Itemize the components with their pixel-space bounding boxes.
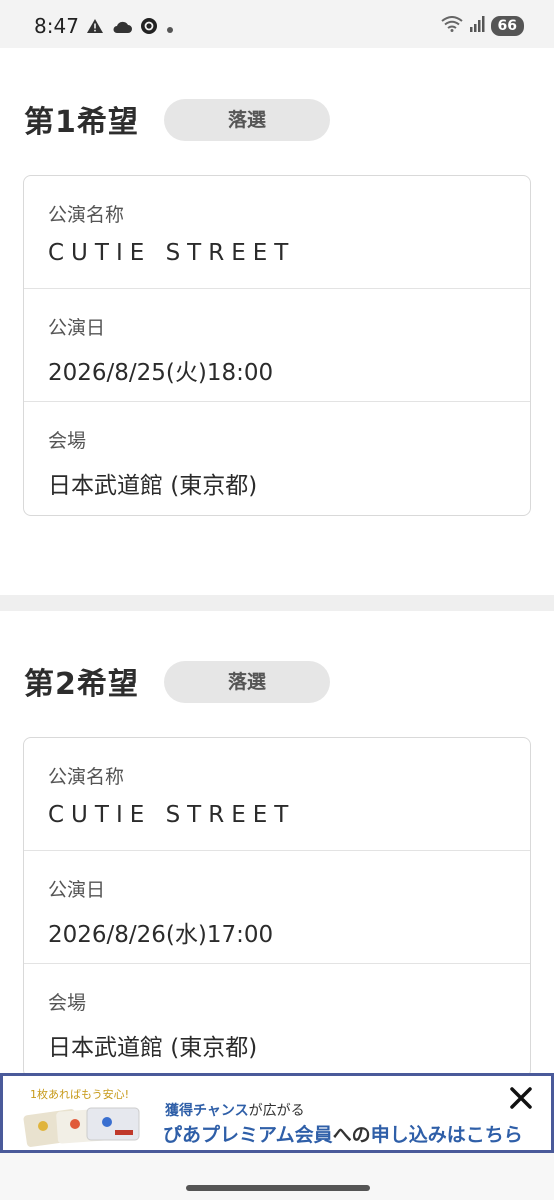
info-row-performance-date: 公演日 2026/8/26(水)17:00	[24, 851, 530, 964]
info-row-performance-date: 公演日 2026/8/25(火)18:00	[24, 289, 530, 402]
row-label: 会場	[48, 430, 87, 452]
premium-member-banner[interactable]: 1枚あればもう安心! 獲得チャンスが広がる ぴあプレミアム会員への申し込みはこち…	[0, 1073, 554, 1153]
section-header: 第1希望	[24, 96, 139, 142]
dot-icon	[166, 19, 174, 38]
row-value: 2026/8/25(火)18:00	[48, 360, 274, 386]
info-card: 公演名称 CUTIE STREET 公演日 2026/8/25(火)18:00 …	[23, 175, 531, 516]
close-icon[interactable]	[507, 1084, 535, 1112]
section-title: 第1希望	[24, 105, 139, 140]
status-badge: 落選	[164, 99, 330, 141]
row-label: 公演日	[48, 317, 106, 339]
section-divider	[0, 595, 554, 611]
banner-line-1: 獲得チャンスが広がる	[165, 1100, 305, 1120]
signal-icon	[469, 16, 485, 36]
wifi-icon	[440, 16, 463, 36]
banner-tagline: 1枚あればもう安心!	[30, 1088, 130, 1101]
banner-text: が広がる	[248, 1103, 305, 1119]
status-bar: 8:47 66	[0, 0, 554, 48]
banner-text: への	[332, 1124, 371, 1146]
row-label: 公演名称	[48, 766, 125, 788]
row-label: 会場	[48, 992, 87, 1014]
banner-highlight: ぴあプレミアム会員	[163, 1124, 333, 1146]
status-badge: 落選	[164, 661, 330, 703]
row-value: 2026/8/26(水)17:00	[48, 922, 274, 948]
row-value: CUTIE STREET	[48, 240, 296, 266]
banner-highlight: 獲得チャンス	[165, 1103, 249, 1119]
warning-icon	[86, 18, 104, 38]
banner-line-2[interactable]: ぴあプレミアム会員への申し込みはこちら	[163, 1120, 523, 1147]
member-cards-image	[23, 1107, 140, 1147]
page-continuation	[0, 1153, 554, 1200]
info-row-performance-name: 公演名称 CUTIE STREET	[24, 738, 530, 851]
section-title: 第2希望	[24, 667, 139, 702]
info-row-venue: 会場 日本武道館 (東京都)	[24, 964, 530, 1077]
row-value: CUTIE STREET	[48, 802, 296, 828]
cloud-icon	[112, 19, 132, 38]
row-label: 公演名称	[48, 204, 125, 226]
row-value: 日本武道館 (東京都)	[48, 473, 258, 499]
info-row-venue: 会場 日本武道館 (東京都)	[24, 402, 530, 515]
row-label: 公演日	[48, 879, 106, 901]
battery-indicator: 66	[490, 16, 524, 36]
threads-icon	[140, 17, 158, 39]
status-left-icons	[86, 17, 174, 39]
status-right-icons: 66	[440, 16, 524, 36]
section-header: 第2希望	[24, 658, 139, 704]
banner-highlight: 申し込みはこちら	[370, 1124, 523, 1146]
status-time: 8:47	[34, 14, 79, 38]
row-value: 日本武道館 (東京都)	[48, 1035, 258, 1061]
info-row-performance-name: 公演名称 CUTIE STREET	[24, 176, 530, 289]
home-indicator[interactable]	[186, 1185, 370, 1191]
info-card: 公演名称 CUTIE STREET 公演日 2026/8/26(水)17:00 …	[23, 737, 531, 1078]
